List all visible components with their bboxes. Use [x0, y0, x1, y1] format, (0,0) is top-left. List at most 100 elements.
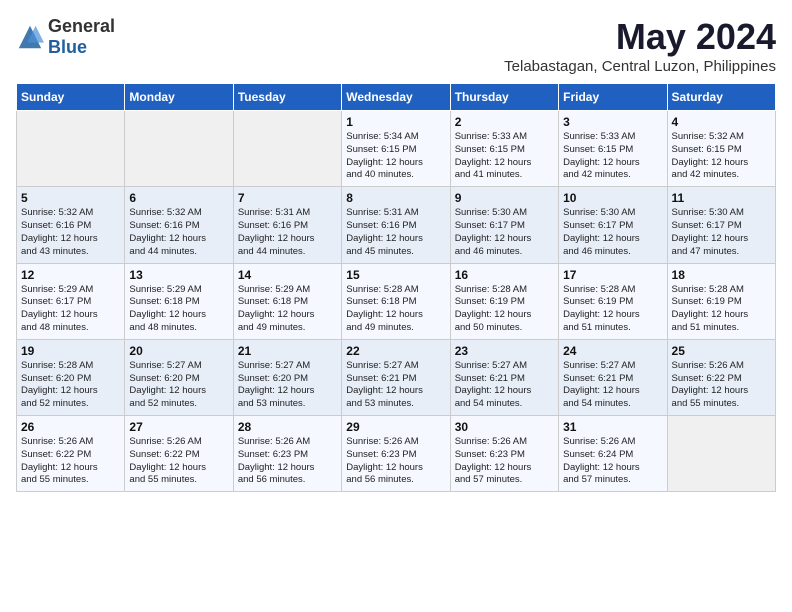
day-info: Sunrise: 5:31 AM Sunset: 6:16 PM Dayligh… — [238, 207, 337, 258]
day-info: Sunrise: 5:33 AM Sunset: 6:15 PM Dayligh… — [563, 131, 662, 182]
calendar-location: Telabastagan, Central Luzon, Philippines — [504, 58, 776, 75]
calendar-cell: 2 Sunrise: 5:33 AM Sunset: 6:15 PM Daylig… — [450, 111, 558, 187]
day-number: 4 — [672, 115, 771, 129]
weekday-header-cell: Saturday — [667, 84, 775, 111]
day-info: Sunrise: 5:28 AM Sunset: 6:19 PM Dayligh… — [455, 284, 554, 335]
day-number: 14 — [238, 268, 337, 282]
day-number: 26 — [21, 420, 120, 434]
weekday-header-cell: Friday — [559, 84, 667, 111]
calendar-cell: 11Sunrise: 5:30 AM Sunset: 6:17 PM Dayli… — [667, 187, 775, 263]
calendar-cell: 1Sunrise: 5:34 AM Sunset: 6:15 PM Daylig… — [342, 111, 450, 187]
calendar-cell: 16 Sunrise: 5:28 AM Sunset: 6:19 PM Dayli… — [450, 263, 558, 339]
day-number: 12 — [21, 268, 120, 282]
calendar-cell: 12Sunrise: 5:29 AM Sunset: 6:17 PM Dayli… — [17, 263, 125, 339]
weekday-header-row: SundayMondayTuesdayWednesdayThursdayFrid… — [17, 84, 776, 111]
day-info: Sunrise: 5:28 AM Sunset: 6:19 PM Dayligh… — [563, 284, 662, 335]
calendar-cell: 22 Sunrise: 5:27 AM Sunset: 6:21 PM Dayli… — [342, 339, 450, 415]
logo-blue-text: Blue — [48, 37, 87, 57]
title-block: May 2024 Telabastagan, Central Luzon, Ph… — [504, 16, 776, 75]
day-number: 24 — [563, 344, 662, 358]
day-info: Sunrise: 5:30 AM Sunset: 6:17 PM Dayligh… — [455, 207, 554, 258]
day-info: Sunrise: 5:26 AM Sunset: 6:22 PM Dayligh… — [129, 436, 228, 487]
day-info: Sunrise: 5:27 AM Sunset: 6:20 PM Dayligh… — [129, 360, 228, 411]
calendar-cell: 5 Sunrise: 5:32 AM Sunset: 6:16 PM Daylig… — [17, 187, 125, 263]
day-info: Sunrise: 5:26 AM Sunset: 6:24 PM Dayligh… — [563, 436, 662, 487]
weekday-header-cell: Monday — [125, 84, 233, 111]
day-number: 13 — [129, 268, 228, 282]
day-number: 29 — [346, 420, 445, 434]
day-info: Sunrise: 5:28 AM Sunset: 6:20 PM Dayligh… — [21, 360, 120, 411]
calendar-cell: 23 Sunrise: 5:27 AM Sunset: 6:21 PM Dayli… — [450, 339, 558, 415]
calendar-cell: 29 Sunrise: 5:26 AM Sunset: 6:23 PM Dayli… — [342, 416, 450, 492]
calendar-cell — [667, 416, 775, 492]
calendar-cell: 17 Sunrise: 5:28 AM Sunset: 6:19 PM Dayli… — [559, 263, 667, 339]
calendar-table: SundayMondayTuesdayWednesdayThursdayFrid… — [16, 83, 776, 492]
day-number: 19 — [21, 344, 120, 358]
day-info: Sunrise: 5:30 AM Sunset: 6:17 PM Dayligh… — [672, 207, 771, 258]
day-info: Sunrise: 5:26 AM Sunset: 6:23 PM Dayligh… — [238, 436, 337, 487]
calendar-cell: 18 Sunrise: 5:28 AM Sunset: 6:19 PM Dayli… — [667, 263, 775, 339]
day-info: Sunrise: 5:26 AM Sunset: 6:23 PM Dayligh… — [346, 436, 445, 487]
day-info: Sunrise: 5:29 AM Sunset: 6:18 PM Dayligh… — [238, 284, 337, 335]
day-number: 10 — [563, 191, 662, 205]
calendar-cell: 27 Sunrise: 5:26 AM Sunset: 6:22 PM Dayli… — [125, 416, 233, 492]
calendar-cell — [233, 111, 341, 187]
calendar-cell: 31Sunrise: 5:26 AM Sunset: 6:24 PM Dayli… — [559, 416, 667, 492]
day-number: 18 — [672, 268, 771, 282]
calendar-cell: 30Sunrise: 5:26 AM Sunset: 6:23 PM Dayli… — [450, 416, 558, 492]
day-info: Sunrise: 5:27 AM Sunset: 6:20 PM Dayligh… — [238, 360, 337, 411]
calendar-week-row: 12Sunrise: 5:29 AM Sunset: 6:17 PM Dayli… — [17, 263, 776, 339]
calendar-cell: 28 Sunrise: 5:26 AM Sunset: 6:23 PM Dayli… — [233, 416, 341, 492]
calendar-week-row: 19 Sunrise: 5:28 AM Sunset: 6:20 PM Dayli… — [17, 339, 776, 415]
day-number: 3 — [563, 115, 662, 129]
day-number: 16 — [455, 268, 554, 282]
calendar-week-row: 26 Sunrise: 5:26 AM Sunset: 6:22 PM Dayli… — [17, 416, 776, 492]
day-number: 8 — [346, 191, 445, 205]
calendar-cell: 8Sunrise: 5:31 AM Sunset: 6:16 PM Daylig… — [342, 187, 450, 263]
day-info: Sunrise: 5:32 AM Sunset: 6:16 PM Dayligh… — [21, 207, 120, 258]
day-info: Sunrise: 5:32 AM Sunset: 6:16 PM Dayligh… — [129, 207, 228, 258]
general-blue-icon — [16, 23, 44, 51]
calendar-cell: 15Sunrise: 5:28 AM Sunset: 6:18 PM Dayli… — [342, 263, 450, 339]
day-info: Sunrise: 5:27 AM Sunset: 6:21 PM Dayligh… — [455, 360, 554, 411]
calendar-cell: 4 Sunrise: 5:32 AM Sunset: 6:15 PM Daylig… — [667, 111, 775, 187]
day-info: Sunrise: 5:34 AM Sunset: 6:15 PM Dayligh… — [346, 131, 445, 182]
day-info: Sunrise: 5:32 AM Sunset: 6:15 PM Dayligh… — [672, 131, 771, 182]
day-number: 28 — [238, 420, 337, 434]
day-info: Sunrise: 5:27 AM Sunset: 6:21 PM Dayligh… — [346, 360, 445, 411]
calendar-cell: 21Sunrise: 5:27 AM Sunset: 6:20 PM Dayli… — [233, 339, 341, 415]
day-number: 2 — [455, 115, 554, 129]
weekday-header-cell: Wednesday — [342, 84, 450, 111]
day-info: Sunrise: 5:33 AM Sunset: 6:15 PM Dayligh… — [455, 131, 554, 182]
day-info: Sunrise: 5:26 AM Sunset: 6:22 PM Dayligh… — [672, 360, 771, 411]
weekday-header-cell: Sunday — [17, 84, 125, 111]
calendar-cell — [17, 111, 125, 187]
day-number: 27 — [129, 420, 228, 434]
day-number: 15 — [346, 268, 445, 282]
calendar-week-row: 5 Sunrise: 5:32 AM Sunset: 6:16 PM Daylig… — [17, 187, 776, 263]
day-number: 5 — [21, 191, 120, 205]
weekday-header-cell: Thursday — [450, 84, 558, 111]
day-info: Sunrise: 5:29 AM Sunset: 6:18 PM Dayligh… — [129, 284, 228, 335]
calendar-cell: 20 Sunrise: 5:27 AM Sunset: 6:20 PM Dayli… — [125, 339, 233, 415]
day-number: 20 — [129, 344, 228, 358]
calendar-cell: 10 Sunrise: 5:30 AM Sunset: 6:17 PM Dayli… — [559, 187, 667, 263]
day-number: 7 — [238, 191, 337, 205]
page-header: General Blue May 2024 Telabastagan, Cent… — [16, 16, 776, 75]
day-info: Sunrise: 5:26 AM Sunset: 6:22 PM Dayligh… — [21, 436, 120, 487]
day-number: 6 — [129, 191, 228, 205]
calendar-body: 1Sunrise: 5:34 AM Sunset: 6:15 PM Daylig… — [17, 111, 776, 492]
day-info: Sunrise: 5:30 AM Sunset: 6:17 PM Dayligh… — [563, 207, 662, 258]
calendar-cell: 24 Sunrise: 5:27 AM Sunset: 6:21 PM Dayli… — [559, 339, 667, 415]
day-info: Sunrise: 5:28 AM Sunset: 6:19 PM Dayligh… — [672, 284, 771, 335]
calendar-cell: 6 Sunrise: 5:32 AM Sunset: 6:16 PM Daylig… — [125, 187, 233, 263]
logo: General Blue — [16, 16, 115, 58]
day-number: 9 — [455, 191, 554, 205]
day-number: 25 — [672, 344, 771, 358]
day-number: 23 — [455, 344, 554, 358]
day-number: 22 — [346, 344, 445, 358]
calendar-cell: 7 Sunrise: 5:31 AM Sunset: 6:16 PM Daylig… — [233, 187, 341, 263]
day-number: 17 — [563, 268, 662, 282]
day-info: Sunrise: 5:27 AM Sunset: 6:21 PM Dayligh… — [563, 360, 662, 411]
calendar-week-row: 1Sunrise: 5:34 AM Sunset: 6:15 PM Daylig… — [17, 111, 776, 187]
